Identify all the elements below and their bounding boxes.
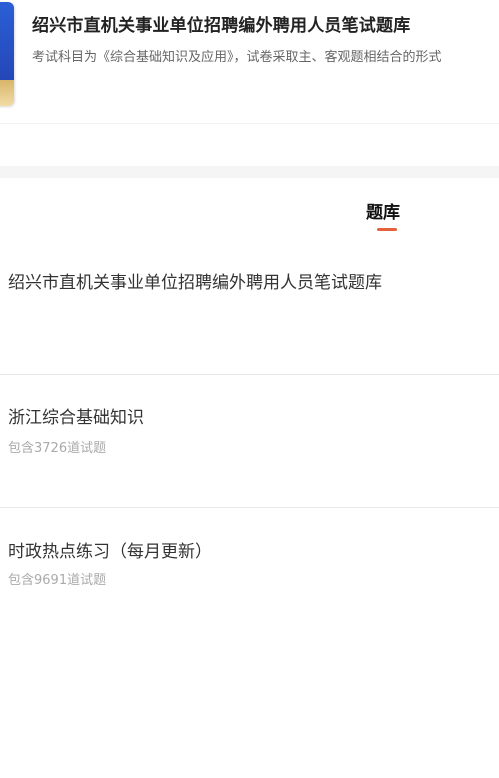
tab-active-indicator — [377, 228, 397, 231]
list-item[interactable]: 浙江综合基础知识 包含3726道试题 — [0, 375, 499, 507]
list-item-count: 包含3726道试题 — [8, 441, 107, 456]
bank-header: 绍兴市直机关事业单位招聘编外聘用人员笔试题库 考试科目为《综合基础知识及应用》，… — [0, 0, 499, 124]
bank-description: 考试科目为《综合基础知识及应用》，试卷采取主、客观题相结合的形式 — [32, 50, 442, 65]
list-item-title: 浙江综合基础知识 — [8, 408, 144, 428]
page: 绍兴市直机关事业单位招聘编外聘用人员笔试题库 考试科目为《综合基础知识及应用》，… — [0, 0, 499, 778]
header-divider — [0, 123, 499, 124]
list-item[interactable]: 时政热点练习（每月更新） 包含9691道试题 — [0, 508, 499, 642]
bank-title: 绍兴市直机关事业单位招聘编外聘用人员笔试题库 — [32, 16, 411, 36]
book-cover-image — [0, 2, 14, 106]
list-item-title: 时政热点练习（每月更新） — [8, 542, 212, 562]
list-item[interactable]: 绍兴市直机关事业单位招聘编外聘用人员笔试题库 — [0, 240, 499, 374]
section-separator — [0, 166, 499, 178]
tab-question-bank[interactable]: 题库 — [366, 198, 400, 223]
list-item-count: 包含9691道试题 — [8, 573, 107, 588]
list-item-title: 绍兴市直机关事业单位招聘编外聘用人员笔试题库 — [8, 273, 382, 293]
